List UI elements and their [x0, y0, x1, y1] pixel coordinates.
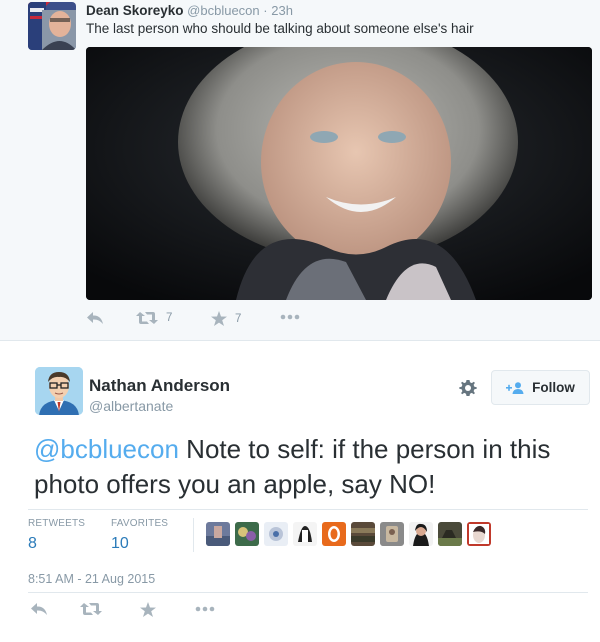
reply-icon: [31, 603, 47, 615]
follow-button[interactable]: Follow: [491, 370, 590, 405]
follow-person-icon: [506, 381, 524, 394]
favoriter-avatar[interactable]: [351, 522, 375, 546]
parent-tweet-header: Dean Skoreyko @bcbluecon · 23h: [86, 3, 293, 18]
reply-button[interactable]: [30, 602, 48, 616]
retweets-label: RETWEETS: [28, 518, 86, 529]
divider: [28, 592, 588, 593]
parent-tweet[interactable]: Dean Skoreyko @bcbluecon · 23h The last …: [0, 0, 600, 341]
mention-link[interactable]: @bcbluecon: [34, 434, 179, 464]
parent-author-name[interactable]: Dean Skoreyko: [86, 3, 184, 18]
favoriter-avatar[interactable]: [235, 522, 259, 546]
parent-author-avatar[interactable]: [28, 2, 76, 50]
favorite-icon: [140, 602, 156, 617]
retweet-button[interactable]: [80, 602, 102, 616]
retweet-icon: [80, 603, 102, 615]
retweets-stat[interactable]: RETWEETS 8: [28, 518, 85, 553]
divider: [28, 509, 588, 510]
parent-favorite-button[interactable]: 7: [211, 311, 241, 326]
favorites-value: 10: [111, 535, 129, 552]
parent-tweet-time[interactable]: 23h: [271, 3, 293, 18]
favoriter-avatar[interactable]: [467, 522, 491, 546]
separator-dot: ·: [263, 3, 268, 18]
main-tweet-text: @bcbluecon Note to self: if the person i…: [34, 432, 574, 502]
parent-reply-button[interactable]: [86, 311, 104, 325]
favoriter-avatar[interactable]: [293, 522, 317, 546]
retweets-value: 8: [28, 535, 37, 552]
main-author-avatar[interactable]: [35, 367, 83, 415]
stats-separator: [193, 518, 194, 552]
favoriter-avatar[interactable]: [380, 522, 404, 546]
parent-tweet-photo[interactable]: [86, 47, 592, 300]
follow-button-label: Follow: [532, 380, 575, 395]
favorite-icon: [211, 311, 227, 326]
favorites-stat[interactable]: FAVORITES 10: [111, 518, 168, 553]
gear-icon: [459, 380, 477, 396]
main-author-name[interactable]: Nathan Anderson: [89, 376, 230, 396]
retweet-icon: [136, 312, 158, 324]
favoriter-avatar[interactable]: [409, 522, 433, 546]
more-button[interactable]: [195, 606, 215, 612]
reply-icon: [87, 312, 103, 324]
tweet-timestamp[interactable]: 8:51 AM - 21 Aug 2015: [28, 572, 155, 586]
favorite-button[interactable]: [140, 602, 156, 617]
favoriter-avatar[interactable]: [206, 522, 230, 546]
more-icon: [195, 606, 215, 612]
favorites-label: FAVORITES: [111, 518, 169, 529]
parent-more-button[interactable]: [280, 314, 300, 320]
parent-favorite-count: 7: [235, 312, 242, 325]
parent-retweet-count: 7: [166, 312, 173, 324]
user-actions-button[interactable]: [456, 376, 480, 400]
favoriter-avatar[interactable]: [264, 522, 288, 546]
favoriter-avatar[interactable]: [322, 522, 346, 546]
parent-tweet-text: The last person who should be talking ab…: [86, 21, 474, 36]
parent-author-handle[interactable]: @bcbluecon: [187, 3, 259, 18]
favoriter-avatar[interactable]: [438, 522, 462, 546]
parent-retweet-button[interactable]: 7: [136, 311, 172, 325]
main-author-handle[interactable]: @albertanate: [89, 398, 173, 414]
more-icon: [280, 314, 300, 320]
